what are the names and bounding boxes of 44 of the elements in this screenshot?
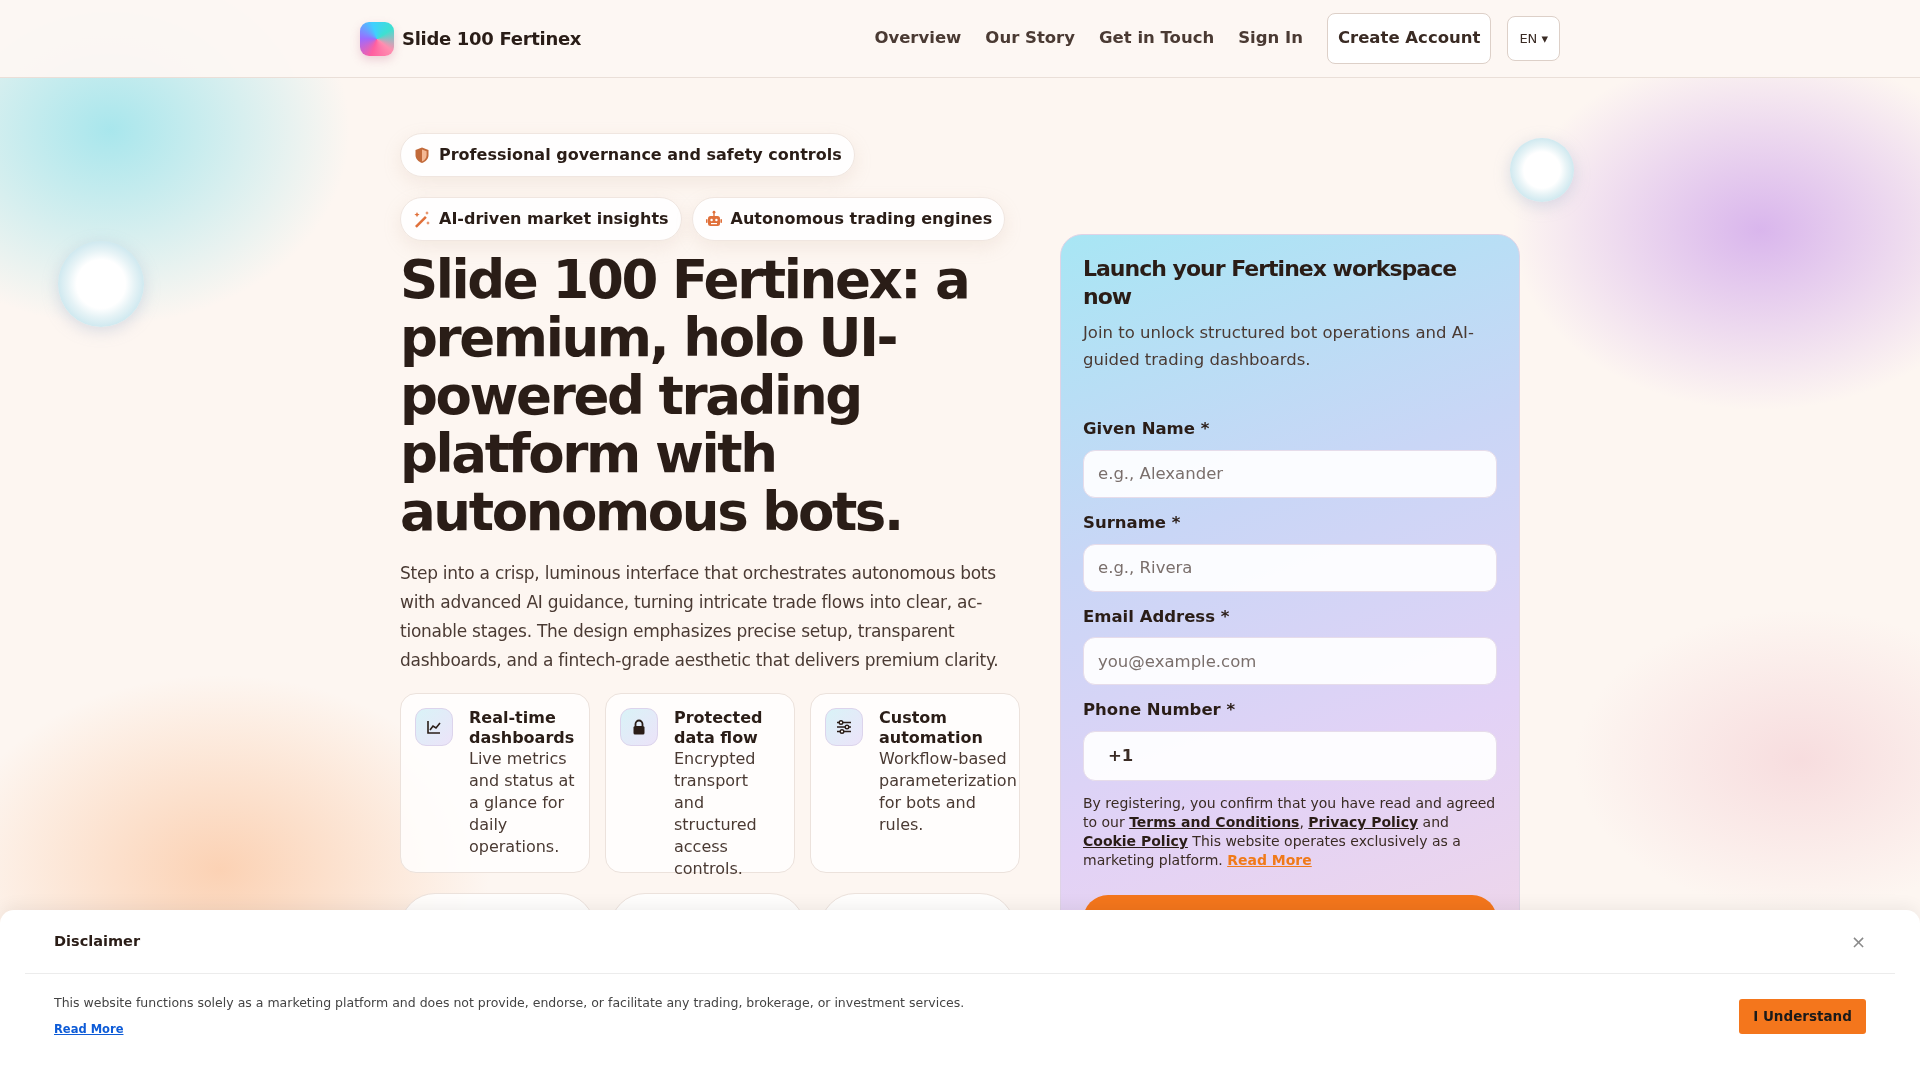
feature-title: Real-time dashboards bbox=[469, 708, 575, 748]
line-chart-icon bbox=[425, 718, 443, 736]
nav-link[interactable]: Overview bbox=[874, 26, 962, 51]
nav-link[interactable]: Our Story bbox=[985, 26, 1075, 51]
sliders-icon bbox=[835, 718, 853, 736]
input-field[interactable]: e.g., Rivera bbox=[1083, 543, 1497, 592]
input-field[interactable]: e.g., Alexander bbox=[1083, 449, 1497, 498]
tag-label: Professional governance and safety controls bbox=[439, 144, 842, 166]
nav-link[interactable]: Get in Touch bbox=[1099, 26, 1215, 51]
disclaimer-text: This website functions solely as a marketing platform and does not provide, endorse, or facilitate any trading, brokerage, or investment services. bbox=[54, 994, 965, 1012]
magic-wand-icon bbox=[413, 210, 431, 228]
create-account-button[interactable]: Create Account bbox=[1326, 13, 1492, 64]
form-subtitle: Join to unlock structured bot operations and AI-guided trading dashboards. bbox=[1083, 322, 1475, 371]
policy-link[interactable]: Cookie Policy bbox=[1083, 833, 1188, 849]
orb-decoration bbox=[1510, 138, 1574, 202]
hero-heading: Slide 100 Fertinex: a premium, holo UI-powered trading platform with autonomous bots. bbox=[400, 251, 970, 541]
field-label: Given Name * bbox=[1083, 418, 1211, 440]
form-title: Launch your Fertinex workspace now bbox=[1083, 255, 1458, 311]
robot-icon bbox=[704, 210, 723, 228]
lock-icon bbox=[630, 718, 648, 736]
feature-text: Workflow-based parameterization for bots and rules. bbox=[879, 748, 1017, 836]
nav-link[interactable]: Sign In bbox=[1238, 26, 1303, 51]
feature-text: Live metrics and status at a glance for daily operations. bbox=[469, 748, 575, 858]
policy-link[interactable]: Privacy Policy bbox=[1308, 814, 1419, 830]
brand-name[interactable]: Slide 100 Fertinex bbox=[402, 25, 582, 52]
tag-label: Autonomous trading engines bbox=[730, 208, 993, 230]
read-more-link[interactable]: Read More bbox=[54, 1020, 124, 1038]
disclaimer-title: Disclaimer bbox=[54, 931, 141, 951]
consent-text: By registering, you confirm that you have read and agreed to our Terms and Conditions, Privacy Policy and Cookie Policy This website operates exclusively as a marketing platform. Read More bbox=[1083, 794, 1497, 870]
understand-button[interactable]: I Understand bbox=[1739, 998, 1866, 1034]
field-label: Phone Number * bbox=[1083, 699, 1237, 722]
logo-icon[interactable] bbox=[360, 21, 394, 56]
field-label: Email Address * bbox=[1083, 605, 1231, 628]
language-selector[interactable]: EN ▾ bbox=[1507, 15, 1560, 62]
input-field[interactable]: you@example.com bbox=[1083, 637, 1497, 686]
feature-title: Custom automation bbox=[879, 708, 984, 748]
phone-field[interactable]: +1 bbox=[1083, 731, 1497, 781]
shield-icon bbox=[413, 146, 431, 164]
tag-label: AI-driven market insights bbox=[439, 208, 669, 230]
hero-paragraph: Step into a crisp, luminous interface that orchestrates autonomous bots with advanced AI guidance, turning intricate trade flows into clear, ac-tionable stages. The design emphasizes precise setup, transparent dashboards, and a fintech-grade aesthetic that delivers premium clarity. bbox=[400, 562, 1000, 672]
field-label: Surname * bbox=[1083, 511, 1182, 534]
policy-link[interactable]: Terms and Conditions bbox=[1129, 814, 1300, 830]
feature-text: Encrypted transport and structured access controls. bbox=[674, 748, 758, 880]
feature-title: Protected data flow bbox=[674, 708, 764, 748]
